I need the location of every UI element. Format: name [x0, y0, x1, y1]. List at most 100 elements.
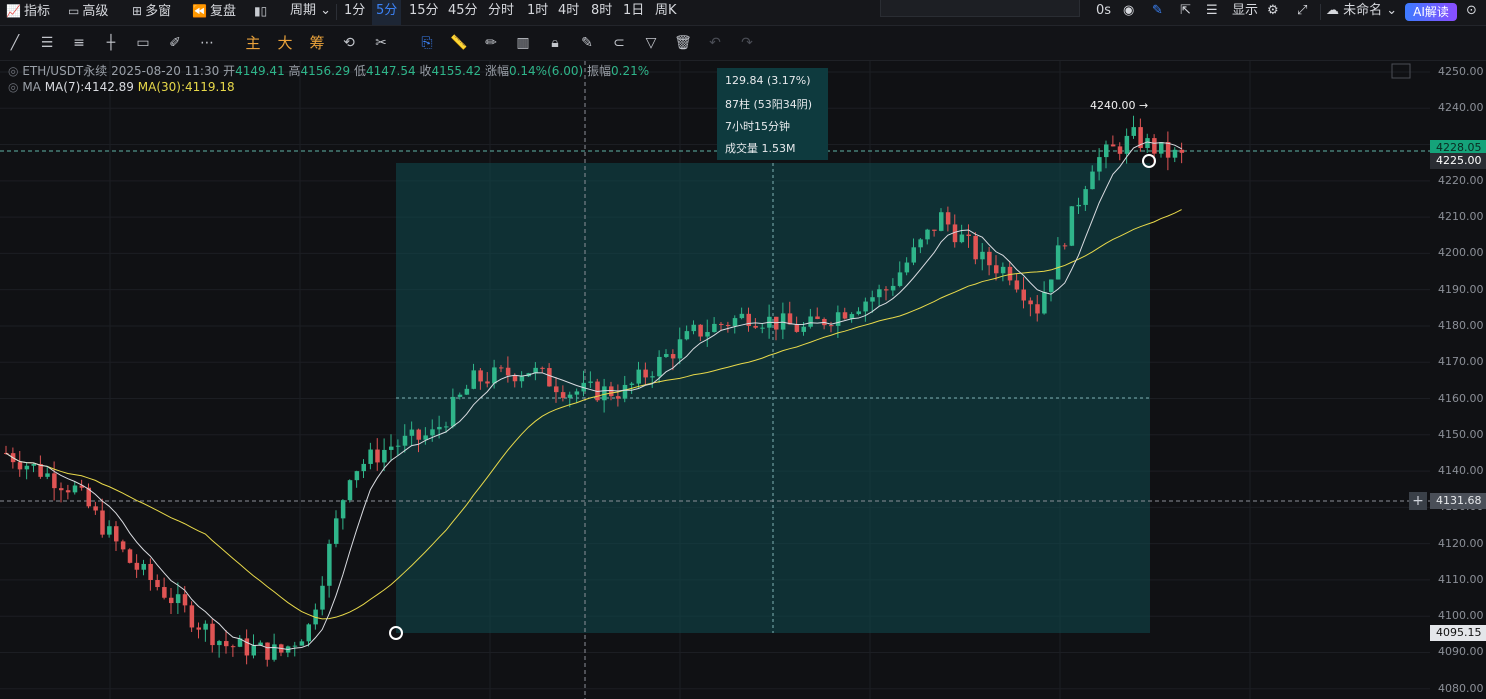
- interval-15m[interactable]: 15分: [409, 0, 439, 25]
- measure-tooltip: 129.84 (3.17%) 87柱 (53阳34阴) 7小时15分钟 成交量 …: [717, 68, 828, 160]
- eraser-brush-icon[interactable]: ✂: [372, 34, 390, 52]
- fullscreen-icon[interactable]: ⤢: [1297, 0, 1307, 25]
- advanced-button[interactable]: ▭ 高级: [68, 0, 108, 25]
- collapse-icon[interactable]: ◎: [8, 64, 18, 78]
- share-icon[interactable]: ⇱: [1180, 0, 1191, 25]
- horizontal-lines-icon[interactable]: ≡: [70, 34, 88, 52]
- candle-body: [732, 318, 738, 327]
- more-tools-icon[interactable]: ⋯: [198, 34, 216, 52]
- candlestick-chart[interactable]: [0, 61, 1430, 699]
- filter-icon[interactable]: ▽: [642, 34, 660, 52]
- candle-body: [162, 587, 167, 598]
- more-icon[interactable]: ⊙: [1466, 0, 1477, 25]
- candle-body: [904, 262, 910, 273]
- edit-icon[interactable]: ✎: [578, 34, 596, 52]
- seconds-label[interactable]: 0s: [1096, 0, 1111, 25]
- trash-icon[interactable]: 🗑︎: [674, 34, 692, 52]
- candle-body: [182, 594, 188, 606]
- magnet-icon[interactable]: ⊂: [610, 34, 628, 52]
- indicators-button[interactable]: 📈 指标: [6, 0, 50, 25]
- price-tick-label: 4200.00: [1438, 246, 1484, 260]
- candle-body: [327, 543, 332, 586]
- price-tick-label: 4140.00: [1438, 464, 1484, 478]
- interval-1w[interactable]: 周K: [655, 0, 677, 25]
- candle-body: [141, 563, 146, 570]
- candle-body: [712, 323, 717, 333]
- candle-body: [354, 471, 360, 481]
- candle-body: [794, 324, 800, 332]
- gear-icon[interactable]: ⚙: [1267, 0, 1279, 25]
- candle-body: [650, 376, 655, 378]
- price-tick-label: 4160.00: [1438, 391, 1484, 405]
- candle-body: [567, 394, 573, 398]
- candle-body: [395, 445, 401, 447]
- ruler-icon[interactable]: 📏: [450, 34, 468, 52]
- parallel-channel-icon[interactable]: ☰: [38, 34, 56, 52]
- interval-4h[interactable]: 4时: [558, 0, 579, 25]
- interval-8h[interactable]: 8时: [591, 0, 612, 25]
- layout-name-dropdown[interactable]: ☁ 未命名 ⌄: [1326, 0, 1397, 25]
- candle-body: [120, 541, 126, 550]
- redo-icon[interactable]: ↷: [738, 34, 756, 52]
- candle-body: [31, 464, 36, 466]
- ohlc-legend: ◎ ETH/USDT永续 2025-08-20 11:30 开4149.41 高…: [8, 64, 650, 78]
- rotate-icon[interactable]: ⟲: [340, 34, 358, 52]
- candle-body: [100, 510, 105, 535]
- main-indicator-button[interactable]: 主: [244, 34, 262, 52]
- horizontal-ray-icon[interactable]: ┼: [102, 34, 120, 52]
- rectangle-icon[interactable]: ▭: [134, 34, 152, 52]
- replay-button[interactable]: ⏪ 复盘: [192, 0, 236, 25]
- candle-body: [155, 580, 160, 588]
- measure-duration: 7小时15分钟: [725, 120, 790, 133]
- interval-1h[interactable]: 1时: [527, 0, 548, 25]
- candle-body: [780, 313, 786, 330]
- interval-1d[interactable]: 1日: [623, 0, 644, 25]
- candle-body: [512, 375, 518, 382]
- bell-icon[interactable]: ◎: [8, 80, 18, 94]
- candle-body: [244, 638, 250, 656]
- add-alert-icon[interactable]: +: [1409, 492, 1427, 510]
- trend-line-icon[interactable]: ╱: [6, 34, 24, 52]
- candle-body: [224, 641, 229, 647]
- candle-body: [382, 449, 387, 463]
- period-dropdown[interactable]: 周期 ⌄: [290, 0, 331, 25]
- candle-body: [492, 367, 497, 384]
- camera-icon[interactable]: ◉: [1123, 0, 1134, 25]
- candle-body: [657, 356, 662, 377]
- ai-read-button[interactable]: AI解读: [1405, 3, 1457, 21]
- undo-icon[interactable]: ↶: [706, 34, 724, 52]
- candle-body: [670, 354, 676, 359]
- candle-body: [760, 327, 765, 329]
- candle-body: [148, 563, 153, 581]
- rewind-icon: ⏪: [192, 4, 207, 18]
- candles-icon[interactable]: ▥: [514, 34, 532, 52]
- candle-body: [890, 285, 896, 291]
- candle-body: [1007, 266, 1013, 281]
- candle-body: [464, 388, 470, 395]
- lock-icon[interactable]: 🔒︎: [546, 34, 564, 52]
- brush-icon[interactable]: ✐: [166, 34, 184, 52]
- candle-body: [127, 549, 133, 563]
- big-order-button[interactable]: 大: [276, 34, 294, 52]
- candle-body: [175, 594, 181, 604]
- interval-5m[interactable]: 5分: [372, 0, 402, 25]
- multi-window-button[interactable]: ⊞ 多窗: [132, 0, 171, 25]
- interval-45m[interactable]: 45分: [448, 0, 478, 25]
- layout-switcher[interactable]: [880, 0, 1080, 17]
- calendar-icon: ▭: [68, 4, 80, 18]
- chips-button[interactable]: 筹: [308, 34, 326, 52]
- chart-type-button[interactable]: ▮▯: [254, 0, 270, 25]
- drawing-toolbar: ╱ ☰ ≡ ┼ ▭ ✐ ⋯ 主 大 筹 ⟲ ✂ ⎘ 📏 ✏ ▥ 🔒︎ ✎ ⊂ ▽…: [0, 26, 1486, 61]
- display-button[interactable]: 显示: [1232, 0, 1258, 25]
- interval-tick[interactable]: 分时: [488, 0, 514, 25]
- price-tick-label: 4170.00: [1438, 355, 1484, 369]
- interval-1m[interactable]: 1分: [344, 0, 365, 25]
- pen-icon[interactable]: ✎: [1152, 0, 1163, 25]
- measure-icon[interactable]: ⎘: [418, 34, 436, 52]
- ma-legend: ◎ MA MA(7):4142.89 MA(30):4119.18: [8, 80, 235, 94]
- highlighter-icon[interactable]: ✏: [482, 34, 500, 52]
- candle-body: [1165, 142, 1171, 158]
- settings-icon[interactable]: ☰: [1206, 0, 1218, 25]
- peak-price-label: 4240.00 →: [1090, 99, 1149, 112]
- candle-body: [478, 370, 483, 382]
